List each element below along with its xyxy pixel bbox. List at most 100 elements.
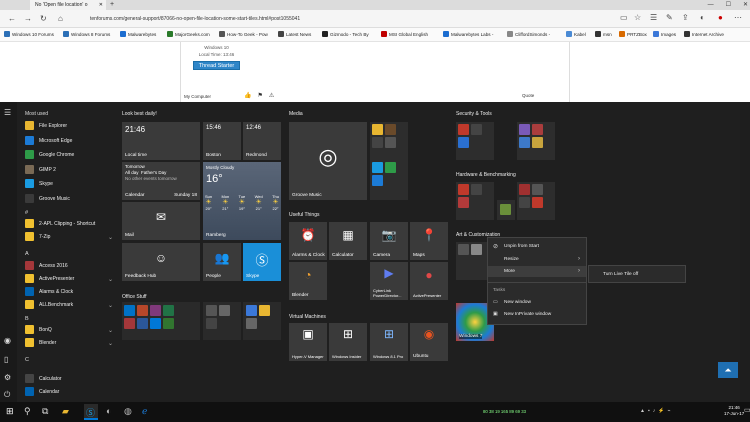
user-avatar-icon[interactable]: ◉ (4, 336, 11, 345)
letter-header-a[interactable]: A (25, 251, 29, 257)
favorite-link[interactable]: MajorGeeks.com (167, 31, 210, 39)
favorite-link[interactable]: How-To Geek - Pow (219, 31, 268, 39)
chevron-down-icon[interactable]: ⌄ (108, 340, 113, 347)
tile-windows81[interactable]: ⊞ Windows 8.1 Pro (370, 323, 408, 361)
tile-people[interactable]: 👥 People (203, 243, 241, 281)
menu-new-inprivate[interactable]: New InPrivate window (504, 312, 551, 317)
file-explorer-icon[interactable]: ▰ (62, 406, 69, 417)
tile-benchmark-small[interactable] (497, 200, 515, 220)
chevron-down-icon[interactable]: ⌄ (108, 302, 113, 309)
most-used-app[interactable]: Skype (25, 178, 117, 191)
power-icon[interactable]: ⏻ (4, 390, 10, 400)
chevron-down-icon[interactable]: ⌄ (108, 327, 113, 334)
tile-mail[interactable]: ✉ Mail (122, 202, 200, 240)
group-useful[interactable]: Useful Things (289, 212, 319, 218)
tile-alarms[interactable]: ⏰ Alarms & Clock (289, 222, 327, 260)
tile-windows-insider[interactable]: ⊞ Windows Insider (329, 323, 367, 361)
tile-blender[interactable]: ◔ Blender (289, 262, 327, 300)
home-icon[interactable]: ⌂ (58, 14, 63, 23)
letter-header-b[interactable]: B (25, 316, 29, 322)
group-hardware[interactable]: Hardware & Benchmarking (456, 172, 516, 178)
favorite-link[interactable]: CliffordSimonds - (507, 31, 550, 39)
tile-redmond[interactable]: 12:46 Redmond (243, 122, 281, 160)
chevron-down-icon[interactable]: ⌄ (108, 276, 113, 283)
new-tab-button[interactable]: + (110, 0, 114, 10)
task-view-icon[interactable]: ⧉ (42, 406, 48, 417)
favorites-hub-icon[interactable]: ☰ (650, 13, 657, 22)
app-activepresenter[interactable]: ActivePresenter (25, 273, 117, 286)
app2-taskbar-icon[interactable]: ◍ (124, 406, 132, 417)
more-icon[interactable]: ⋯ (734, 13, 742, 22)
tile-calendar[interactable]: Tomorrow All day Father's Day No other e… (122, 162, 200, 200)
favorite-link[interactable]: PRTZBox (619, 31, 647, 39)
favorite-link[interactable]: Latest News (278, 31, 311, 39)
letter-header-hash[interactable]: # (25, 210, 28, 216)
tile-skype[interactable]: Ⓢ Skype (243, 243, 281, 281)
menu-more[interactable]: More (504, 269, 515, 274)
app-bonq[interactable]: BonQ (25, 324, 117, 337)
my-computer-link[interactable]: My Computer (184, 94, 211, 99)
post-action-icons[interactable]: 👍⚑⚠ (244, 92, 280, 99)
tile-ubuntu[interactable]: ◉ Ubuntu (410, 323, 448, 361)
notes-icon[interactable]: ✎ (666, 13, 673, 22)
tile-benchmark-folder[interactable] (517, 182, 555, 220)
app-calendar[interactable]: Calendar (25, 386, 117, 399)
share-icon[interactable]: ⇪ (682, 13, 689, 22)
back-icon[interactable]: ← (8, 14, 16, 23)
menu-unpin[interactable]: Unpin from Start (504, 244, 539, 249)
letter-header-c[interactable]: C (25, 357, 29, 363)
app-taskbar-icon[interactable]: ◐ (106, 406, 111, 416)
group-office[interactable]: Office Stuff (122, 294, 147, 300)
tile-tools-folder[interactable] (517, 122, 555, 160)
extension-icon[interactable]: ◐ (700, 13, 705, 22)
edge-taskbar-icon[interactable]: ℯ (142, 406, 147, 417)
tile-cyberlink[interactable]: ▶ CyberLink PowerDirector... (370, 262, 408, 300)
favorite-link[interactable]: Internet Archive (684, 31, 724, 39)
favorite-link[interactable]: Images (653, 31, 676, 39)
tile-weather[interactable]: Mostly Cloudy 16° Sun ☀ 20° Mon ☀ 21° Tue ☀ 19° W… (203, 162, 281, 240)
tile-hardware-folder[interactable] (456, 182, 494, 220)
favorite-star-icon[interactable]: ☆ (634, 13, 641, 22)
refresh-icon[interactable]: ↻ (40, 14, 47, 23)
most-used-app[interactable]: Google Chrome (25, 149, 117, 162)
quote-button[interactable]: Quote (522, 93, 534, 98)
search-icon[interactable]: ⚲ (24, 406, 31, 417)
favorite-link[interactable]: Windows 10 Forums (4, 31, 54, 39)
tile-boston[interactable]: 15:46 Boston (203, 122, 241, 160)
favorite-link[interactable]: msn (595, 31, 612, 39)
favorite-link[interactable]: MSI Global English (381, 31, 428, 39)
tile-feedback-hub[interactable]: ☺ Feedback Hub (122, 243, 200, 281)
tile-calculator[interactable]: ▦ Calculator (329, 222, 367, 260)
url-field[interactable]: tenforums.com/general-support/87066-no-o… (90, 14, 610, 25)
settings-gear-icon[interactable]: ⚙ (4, 373, 11, 382)
tile-office-folder[interactable] (122, 302, 200, 340)
favorite-link[interactable]: Windows 8 Forums (63, 31, 110, 39)
close-window-icon[interactable]: ✕ (743, 0, 748, 10)
browser-tab[interactable]: No 'Open file location' o ✕ (30, 0, 106, 10)
minimize-icon[interactable]: — (708, 0, 714, 10)
app-2apl[interactable]: 2-APL Clipping - Shortcut (25, 218, 117, 231)
app-allbenchmark[interactable]: ALLBenchmark (25, 299, 117, 312)
menu-resize[interactable]: Resize (504, 257, 519, 262)
app-7zip[interactable]: 7-Zip (25, 231, 117, 244)
hamburger-icon[interactable]: ☰ (4, 108, 11, 117)
tile-office-folder-2[interactable] (203, 302, 241, 340)
favorite-link[interactable]: Malwarebytes (120, 31, 156, 39)
app-blender[interactable]: Blender (25, 337, 117, 350)
tile-camera[interactable]: 📷 Camera (370, 222, 408, 260)
tile-groove-music[interactable]: ◎ Groove Music (289, 122, 367, 200)
tile-local-time[interactable]: 21:46 Local time (122, 122, 200, 160)
favorite-link[interactable]: Gizmodo - Tech By (322, 31, 369, 39)
extension2-icon[interactable]: ● (718, 13, 723, 22)
menu-turn-live-tile-off[interactable]: Turn Live Tile off (603, 272, 638, 277)
tile-activepresenter[interactable]: ● ActivePresenter (410, 262, 448, 300)
group-look-best[interactable]: Look best daily! (122, 111, 157, 117)
tray-icons[interactable]: ▲▪♪⚡⌁ (640, 408, 673, 414)
taskbar-clock[interactable]: 21:46 17-Jun-17 (724, 405, 744, 417)
forward-icon[interactable]: → (24, 14, 32, 23)
most-used-app[interactable]: File Explorer (25, 120, 117, 133)
close-tab-icon[interactable]: ✕ (99, 0, 103, 10)
tile-office-folder-3[interactable] (243, 302, 281, 340)
group-vm[interactable]: Virtual Machines (289, 314, 326, 320)
notifications-icon[interactable]: ▭ (744, 406, 750, 414)
